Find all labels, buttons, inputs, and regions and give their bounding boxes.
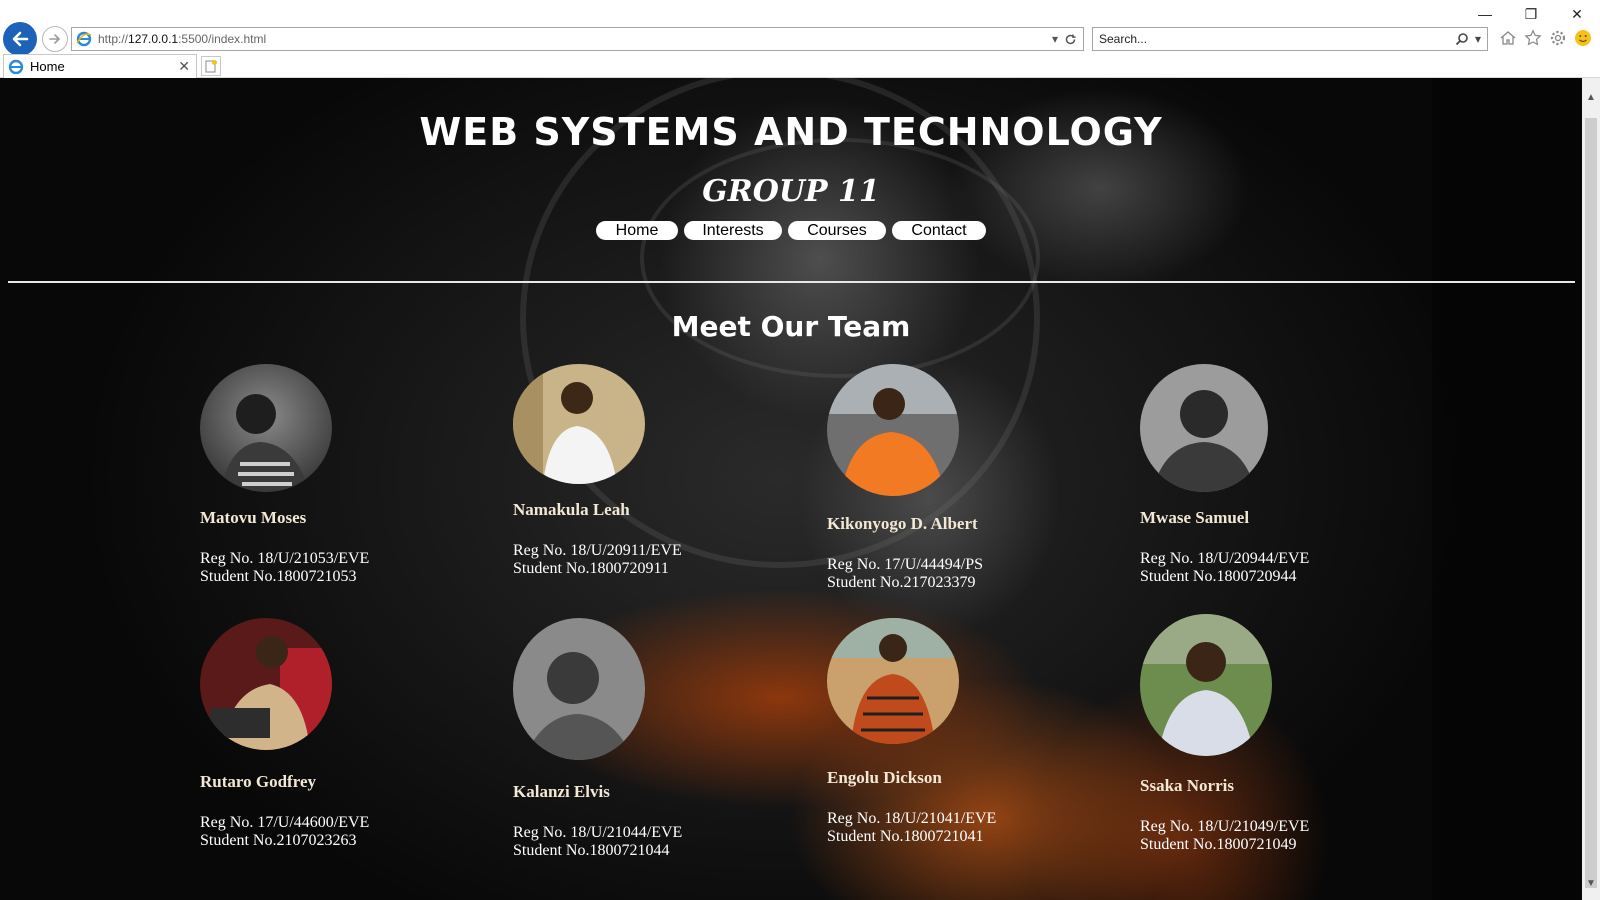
team-member-card: Kalanzi Elvis Reg No. 18/U/21044/EVE Stu… — [513, 618, 682, 859]
team-member-card: Namakula Leah Reg No. 18/U/20911/EVE Stu… — [513, 364, 682, 577]
url-text[interactable]: http://127.0.0.1:5500/index.html — [98, 32, 1052, 46]
url-host: 127.0.0.1 — [128, 32, 179, 46]
main-nav: Home Interests Courses Contact — [0, 221, 1582, 240]
member-reg-no: Reg No. 18/U/21041/EVE — [827, 810, 997, 827]
minimize-icon[interactable]: — — [1462, 0, 1508, 28]
new-tab-button[interactable] — [201, 56, 221, 76]
member-avatar — [513, 618, 645, 760]
search-bar[interactable]: Search... ▾ — [1092, 27, 1488, 51]
address-bar[interactable]: http://127.0.0.1:5500/index.html ▾ — [71, 27, 1084, 51]
home-icon[interactable] — [1498, 28, 1518, 48]
nav-interests[interactable]: Interests — [684, 221, 782, 240]
member-name: Ssaka Norris — [1140, 776, 1234, 795]
new-tab-icon — [205, 60, 217, 73]
tab-ie-icon — [8, 59, 24, 74]
team-member-card: Kikonyogo D. Albert Reg No. 17/U/44494/P… — [827, 364, 983, 591]
page-viewport: WEB SYSTEMS AND TECHNOLOGY GROUP 11 Home… — [0, 78, 1582, 900]
member-name: Kalanzi Elvis — [513, 782, 610, 801]
team-member-card: Rutaro Godfrey Reg No. 17/U/44600/EVE St… — [200, 618, 369, 849]
member-avatar — [1140, 614, 1272, 756]
member-student-no: Student No.1800721049 — [1140, 836, 1297, 853]
site-subtitle: GROUP 11 — [702, 174, 880, 209]
member-student-no: Student No.1800721044 — [513, 842, 670, 859]
forward-button[interactable] — [42, 26, 68, 52]
browser-chrome: — ❐ ✕ http://127.0.0.1:5500/index.html ▾… — [0, 0, 1600, 78]
tab-home[interactable]: Home ✕ — [3, 54, 197, 78]
tab-close-icon[interactable]: ✕ — [178, 58, 190, 75]
scroll-down-icon[interactable]: ▼ — [1582, 874, 1600, 892]
ie-logo-icon — [76, 31, 92, 47]
member-name: Namakula Leah — [513, 500, 630, 519]
back-arrow-icon — [12, 31, 29, 47]
member-name: Kikonyogo D. Albert — [827, 514, 978, 533]
member-reg-no: Reg No. 18/U/21044/EVE — [513, 824, 683, 841]
nav-home[interactable]: Home — [596, 221, 678, 240]
member-reg-no: Reg No. 17/U/44494/PS — [827, 556, 984, 573]
member-name: Engolu Dickson — [827, 768, 942, 787]
smiley-icon[interactable] — [1573, 28, 1593, 48]
url-path: :5500/index.html — [178, 32, 267, 46]
member-reg-no: Reg No. 17/U/44600/EVE — [200, 814, 370, 831]
vertical-scrollbar[interactable]: ▲ ▼ — [1582, 78, 1600, 900]
back-button[interactable] — [3, 22, 37, 56]
restore-icon[interactable]: ❐ — [1508, 0, 1554, 28]
forward-arrow-icon — [49, 34, 61, 44]
member-avatar — [1140, 364, 1268, 492]
site-title: WEB SYSTEMS AND TECHNOLOGY — [419, 110, 1163, 154]
scrollbar-thumb[interactable] — [1585, 118, 1597, 888]
member-reg-no: Reg No. 18/U/21049/EVE — [1140, 818, 1310, 835]
member-student-no: Student No.1800721053 — [200, 568, 357, 585]
search-icon[interactable] — [1455, 32, 1469, 46]
member-reg-no: Reg No. 18/U/20944/EVE — [1140, 550, 1310, 567]
refresh-icon[interactable] — [1064, 33, 1077, 46]
team-member-card: Matovu Moses Reg No. 18/U/21053/EVE Stud… — [200, 364, 369, 585]
nav-contact[interactable]: Contact — [892, 221, 986, 240]
member-student-no: Student No.1800721041 — [827, 828, 984, 845]
member-student-no: Student No.2107023263 — [200, 832, 357, 849]
header-divider — [8, 281, 1575, 283]
member-avatar — [200, 618, 332, 750]
member-name: Rutaro Godfrey — [200, 772, 317, 791]
team-member-card: Ssaka Norris Reg No. 18/U/21049/EVE Stud… — [1140, 614, 1309, 853]
member-avatar — [200, 364, 332, 492]
settings-gear-icon[interactable] — [1548, 28, 1568, 48]
member-avatar — [513, 364, 645, 484]
scroll-up-icon[interactable]: ▲ — [1582, 88, 1600, 106]
url-prefix: http:// — [98, 32, 129, 46]
member-student-no: Student No.217023379 — [827, 574, 976, 591]
window-controls: — ❐ ✕ — [1462, 0, 1600, 28]
nav-courses[interactable]: Courses — [788, 221, 886, 240]
member-reg-no: Reg No. 18/U/20911/EVE — [513, 542, 682, 559]
member-avatar — [827, 618, 959, 744]
search-input[interactable]: Search... — [1099, 32, 1455, 46]
member-student-no: Student No.1800720944 — [1140, 568, 1297, 585]
tab-title: Home — [30, 59, 65, 74]
team-member-card: Engolu Dickson Reg No. 18/U/21041/EVE St… — [827, 618, 996, 845]
member-student-no: Student No.1800720911 — [513, 560, 669, 577]
section-heading: Meet Our Team — [671, 310, 911, 343]
close-icon[interactable]: ✕ — [1554, 0, 1600, 28]
favorites-star-icon[interactable] — [1523, 28, 1543, 48]
member-name: Mwase Samuel — [1140, 508, 1250, 527]
team-member-card: Mwase Samuel Reg No. 18/U/20944/EVE Stud… — [1140, 364, 1309, 585]
search-dropdown-icon[interactable]: ▾ — [1475, 32, 1481, 46]
dropdown-icon[interactable]: ▾ — [1052, 32, 1058, 46]
member-reg-no: Reg No. 18/U/21053/EVE — [200, 550, 370, 567]
member-avatar — [827, 364, 959, 496]
member-name: Matovu Moses — [200, 508, 307, 527]
